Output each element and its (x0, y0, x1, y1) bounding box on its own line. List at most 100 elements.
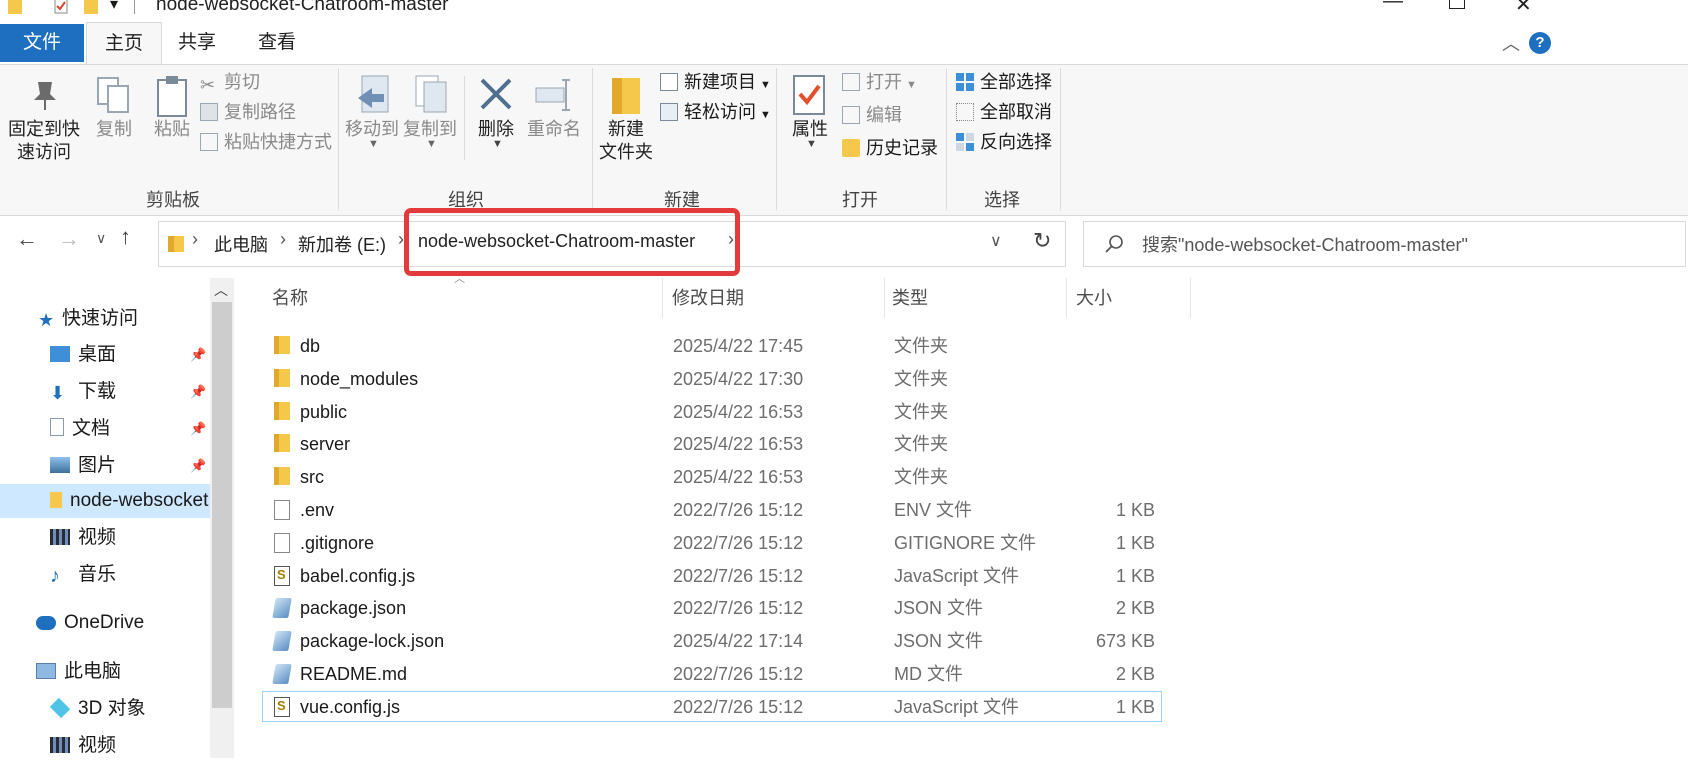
scroll-up-icon[interactable]: ︿ (214, 280, 228, 300)
help-icon[interactable]: ? (1529, 32, 1551, 54)
file-type: JavaScript 文件 (894, 566, 1020, 586)
tab-share[interactable]: 共享 (160, 22, 234, 64)
recent-locations-chevron-icon[interactable]: ∨ (96, 230, 106, 247)
tab-file[interactable]: 文件 (0, 24, 84, 62)
file-date: 2022/7/26 15:12 (673, 598, 804, 618)
file-type: GITIGNORE 文件 (894, 533, 1037, 553)
refresh-icon[interactable]: ↻ (1033, 228, 1051, 254)
copy-path-button[interactable]: 复制路径 (200, 98, 296, 126)
file-name: public (300, 402, 348, 422)
back-arrow-icon[interactable]: ← (16, 226, 38, 252)
open-button[interactable]: 打开 ▼ (842, 68, 917, 96)
column-divider[interactable] (662, 278, 663, 318)
file-type: 文件夹 (894, 467, 948, 487)
close-icon[interactable]: ✕ (1515, 0, 1532, 17)
scissors-icon: ✂ (200, 75, 216, 95)
nav-quick-access[interactable]: ★ 快速访问 (38, 302, 138, 336)
nav-item-videos[interactable]: 视频 (50, 521, 116, 555)
file-name: package.json (300, 598, 407, 618)
forward-arrow-icon[interactable]: → (58, 226, 80, 252)
dropdown-arrow-icon: ▼ (760, 109, 771, 121)
column-header-size[interactable]: 大小 (1076, 284, 1112, 310)
group-divider (946, 68, 947, 210)
maximize-icon[interactable] (1449, 0, 1465, 9)
properties-button[interactable]: 属性 ▼ (782, 72, 838, 162)
paste-button[interactable]: 粘贴 (144, 72, 200, 152)
invert-selection-button[interactable]: 反向选择 (956, 128, 1052, 156)
collapse-ribbon-icon[interactable]: ︿ (1502, 30, 1520, 56)
quick-access-dropdown-icon[interactable]: ▾ (110, 0, 118, 14)
folder-icon (274, 336, 290, 354)
pin-to-quick-access-button[interactable]: 固定到快 速访问 (8, 72, 80, 172)
folder-icon (274, 467, 290, 485)
3d-objects-icon (49, 697, 71, 719)
nav-item-label: 视频 (78, 527, 117, 548)
rename-button[interactable]: 重命名 (526, 72, 582, 152)
download-icon: ⬇ (50, 383, 66, 403)
folder-icon (8, 0, 22, 14)
nav-item-3d-objects[interactable]: 3D 对象 (49, 692, 146, 726)
desktop-icon (50, 346, 70, 362)
nav-item-documents[interactable]: 文档 (50, 412, 110, 446)
column-header-date[interactable]: 修改日期 (672, 284, 744, 310)
nav-onedrive[interactable]: OneDrive (36, 606, 144, 640)
new-folder-button[interactable]: 新建 文件夹 (598, 72, 654, 172)
nav-this-pc[interactable]: 此电脑 (36, 655, 121, 689)
paste-shortcut-button[interactable]: 粘贴快捷方式 (200, 128, 332, 156)
dropdown-arrow-icon: ▼ (806, 138, 817, 150)
file-name: server (300, 434, 351, 454)
copy-to-icon (415, 75, 447, 113)
invert-selection-icon (956, 133, 974, 151)
title-divider (134, 0, 135, 14)
pin-label-line1: 固定到快 (8, 119, 80, 139)
cut-button[interactable]: ✂ 剪切 (200, 68, 260, 96)
nav-item-label: 视频 (78, 735, 117, 756)
dropdown-arrow-icon: ▼ (906, 79, 917, 91)
column-header-name[interactable]: 名称 (272, 284, 308, 310)
delete-x-icon (480, 78, 512, 110)
breadcrumb-chevron-icon[interactable]: › (280, 229, 286, 250)
new-item-icon (660, 73, 678, 91)
nav-item-downloads[interactable]: ⬇ 下载 (50, 375, 116, 409)
new-item-button[interactable]: 新建项目 ▼ (660, 68, 771, 96)
breadcrumb-drive-e[interactable]: 新加卷 (E:) (298, 231, 386, 257)
nav-item-pictures[interactable]: 图片 (50, 449, 116, 483)
move-to-button[interactable]: 移动到 ▼ (344, 72, 400, 162)
document-icon (50, 418, 64, 436)
address-dropdown-icon[interactable]: ∨ (990, 231, 1002, 251)
search-placeholder: 搜索"node-websocket-Chatroom-master" (1142, 235, 1468, 255)
file-icon (274, 500, 290, 520)
delete-button[interactable]: 删除 ▼ (468, 72, 524, 162)
pin-icon: 📌 (190, 347, 207, 362)
nav-item-desktop[interactable]: 桌面 (50, 338, 116, 372)
column-divider[interactable] (1066, 278, 1067, 318)
picture-icon (50, 457, 70, 473)
nav-item-node-websocket[interactable]: node-websocket (50, 484, 210, 518)
nav-scrollbar-thumb[interactable] (212, 302, 232, 708)
tab-home[interactable]: 主页 (86, 22, 162, 65)
tab-view[interactable]: 查看 (240, 22, 314, 64)
up-arrow-icon[interactable]: ↑ (120, 224, 131, 250)
column-header-type[interactable]: 类型 (892, 284, 928, 310)
select-all-button[interactable]: 全部选择 (956, 68, 1052, 96)
folder-icon (274, 434, 290, 452)
nav-item-music[interactable]: ♪ 音乐 (50, 558, 116, 592)
history-button[interactable]: 历史记录 (842, 134, 938, 162)
copy-button[interactable]: 复制 (86, 72, 142, 152)
select-all-icon (956, 73, 974, 91)
breadcrumb-chevron-icon[interactable]: › (192, 229, 198, 250)
new-folder-quick-icon[interactable] (84, 0, 98, 14)
breadcrumb-this-pc[interactable]: 此电脑 (214, 231, 268, 257)
file-type: JSON 文件 (894, 631, 984, 651)
properties-quick-icon[interactable] (54, 0, 68, 14)
easy-access-button[interactable]: 轻松访问 ▼ (660, 98, 771, 126)
column-divider[interactable] (884, 278, 885, 318)
column-divider[interactable] (1190, 278, 1191, 318)
edit-button[interactable]: 编辑 (842, 101, 902, 129)
select-none-button[interactable]: 全部取消 (956, 98, 1052, 126)
minimize-icon[interactable]: — (1383, 0, 1403, 13)
history-icon (842, 139, 860, 157)
move-to-icon (358, 75, 389, 113)
file-date: 2022/7/26 15:12 (673, 533, 804, 553)
copy-to-button[interactable]: 复制到 ▼ (402, 72, 458, 162)
